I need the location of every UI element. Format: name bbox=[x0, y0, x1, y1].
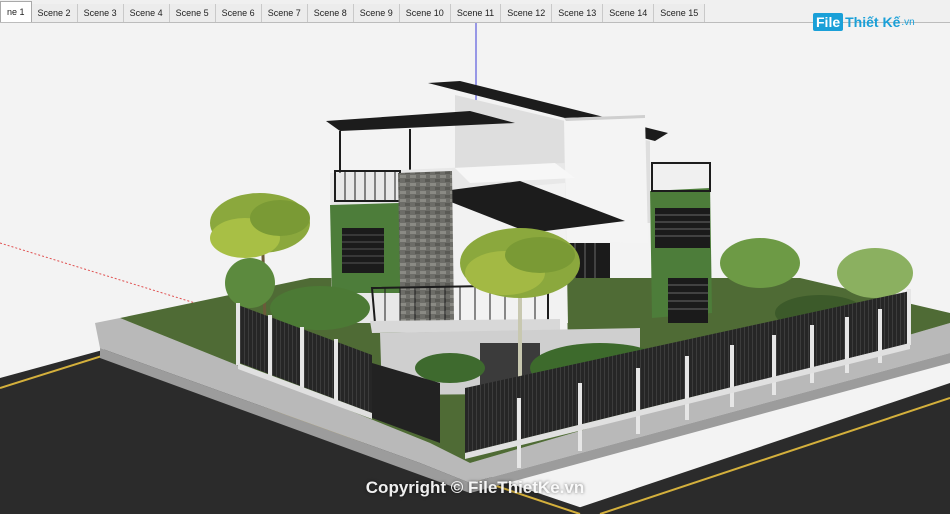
scene-tab[interactable]: Scene 4 bbox=[123, 4, 170, 22]
scene-tab[interactable]: Scene 15 bbox=[654, 4, 706, 22]
3d-viewport[interactable] bbox=[0, 23, 950, 514]
scene-tab-bar: ne 1 Scene 2 Scene 3 Scene 4 Scene 5 Scene 6S… bbox=[0, 0, 950, 23]
scene-tab[interactable]: Scene 9 bbox=[353, 4, 400, 22]
scene-tab[interactable]: Scene 14 bbox=[603, 4, 655, 22]
scene-tab[interactable]: Scene 5 bbox=[169, 4, 216, 22]
scene-tab[interactable]: Scene 10 bbox=[399, 4, 451, 22]
scene-tab[interactable]: Scene 12 bbox=[501, 4, 553, 22]
logo-box-text: File bbox=[813, 13, 844, 31]
logo-text: Thiết Kế bbox=[845, 14, 901, 30]
scene-tab[interactable]: Scene 3 bbox=[77, 4, 124, 22]
scene-tab[interactable]: Scene 7 bbox=[261, 4, 308, 22]
scene-tab[interactable]: Scene 6 bbox=[215, 4, 262, 22]
scene-tab[interactable]: Scene 8 bbox=[307, 4, 354, 22]
site-logo: File Thiết Kế .vn bbox=[813, 13, 915, 31]
copyright-watermark: Copyright © FileThietKe.vn bbox=[365, 478, 585, 497]
house-model-render bbox=[0, 23, 950, 514]
scene-tab[interactable]: Scene 2 bbox=[31, 4, 78, 22]
scene-tab[interactable]: Scene 11 bbox=[450, 4, 502, 22]
logo-ext: .vn bbox=[901, 16, 915, 28]
scene-tab[interactable]: ne 1 bbox=[0, 1, 32, 22]
scene-tab[interactable]: Scene 13 bbox=[552, 4, 604, 22]
